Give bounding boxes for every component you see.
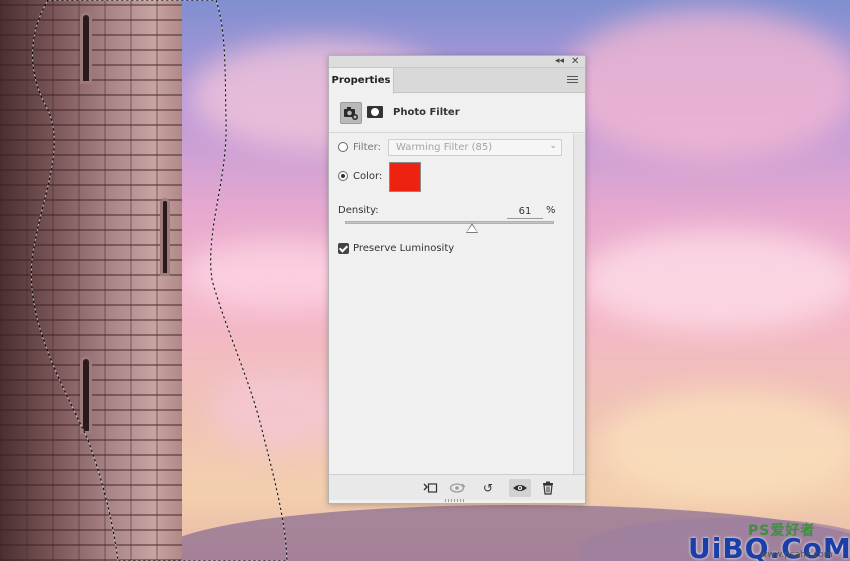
site-watermark: PS爱好者 UiBQ.CoM www.psahz.com — [688, 520, 850, 561]
castle-tower — [0, 0, 182, 561]
filter-dropdown[interactable]: Warming Filter (85) ⌄ — [388, 139, 562, 156]
tower-window — [160, 198, 170, 276]
adjustment-header: Photo Filter — [329, 93, 585, 133]
trash-glyph-icon — [543, 481, 553, 495]
close-panel-icon[interactable]: ✕ — [571, 56, 579, 67]
layer-mask-icon[interactable] — [367, 106, 383, 118]
panel-resize-grip[interactable] — [445, 499, 465, 502]
filter-radio[interactable] — [338, 142, 348, 152]
tab-properties[interactable]: Properties — [329, 68, 394, 94]
density-slider-thumb[interactable] — [466, 223, 479, 233]
properties-panel: ◂◂ ✕ Properties Photo Filter Filter: War… — [328, 55, 586, 504]
preserve-luminosity-checkbox[interactable] — [338, 243, 349, 254]
color-label: Color: — [353, 171, 383, 182]
tower-window — [80, 356, 92, 434]
tower-window — [80, 12, 92, 84]
cloud — [580, 230, 850, 330]
cloud — [600, 390, 850, 500]
color-swatch[interactable] — [389, 162, 421, 192]
preserve-luminosity-label: Preserve Luminosity — [353, 243, 455, 254]
hamburger-menu-icon[interactable] — [567, 76, 578, 85]
clip-glyph-icon — [423, 483, 438, 493]
density-slider[interactable] — [345, 221, 554, 224]
collapse-panel-icon[interactable]: ◂◂ — [555, 56, 564, 67]
density-input[interactable]: 61 — [507, 206, 543, 219]
cloud — [560, 10, 850, 160]
density-unit: % — [546, 205, 556, 216]
delete-adjustment-icon[interactable] — [537, 479, 559, 497]
panel-titlebar[interactable]: ◂◂ ✕ — [329, 56, 585, 68]
eye-dim-glyph-icon — [449, 483, 466, 493]
panel-scrollbar[interactable] — [573, 134, 585, 474]
view-previous-state-icon[interactable] — [447, 479, 469, 497]
clip-to-layer-icon[interactable] — [419, 479, 441, 497]
color-radio[interactable] — [338, 171, 348, 181]
adjustment-title: Photo Filter — [393, 107, 460, 118]
panel-toolbar: ↺ — [329, 474, 585, 500]
camera-adjustment-icon[interactable] — [340, 102, 362, 124]
density-label: Density: — [338, 205, 379, 216]
camera-glyph-icon — [344, 107, 358, 120]
filter-dropdown-value: Warming Filter (85) — [396, 142, 493, 153]
watermark-url-text: www.psahz.com — [760, 550, 833, 560]
reset-adjustment-icon[interactable]: ↺ — [477, 479, 499, 497]
panel-body — [329, 134, 573, 474]
chevron-down-icon: ⌄ — [549, 141, 557, 151]
toggle-visibility-icon[interactable] — [509, 479, 531, 497]
panel-tab-strip: Properties — [329, 68, 585, 94]
eye-glyph-icon — [513, 485, 527, 491]
filter-label: Filter: — [353, 142, 381, 153]
